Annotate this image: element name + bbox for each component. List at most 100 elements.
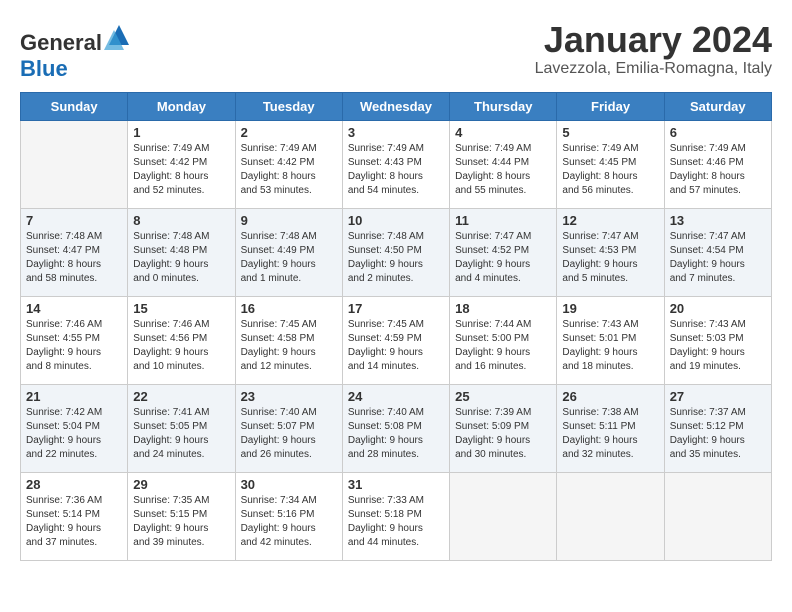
day-info: Sunrise: 7:43 AM Sunset: 5:03 PM Dayligh… [670,318,766,374]
calendar-cell: 6 Sunrise: 7:49 AM Sunset: 4:46 PM Daylig… [664,121,771,209]
day-number: 19 [562,301,658,316]
day-info: Sunrise: 7:47 AM Sunset: 4:54 PM Dayligh… [670,230,766,286]
page-header: General Blue January 2024 Lavezzola, Emi… [20,20,772,82]
day-info: Sunrise: 7:42 AM Sunset: 5:04 PM Dayligh… [26,406,122,462]
day-number: 24 [348,389,444,404]
day-number: 11 [455,213,551,228]
calendar-cell: 14 Sunrise: 7:46 AM Sunset: 4:55 PM Dayli… [21,297,128,385]
day-info: Sunrise: 7:44 AM Sunset: 5:00 PM Dayligh… [455,318,551,374]
day-info: Sunrise: 7:34 AM Sunset: 5:16 PM Dayligh… [241,494,337,550]
day-info: Sunrise: 7:40 AM Sunset: 5:07 PM Dayligh… [241,406,337,462]
day-number: 21 [26,389,122,404]
day-number: 13 [670,213,766,228]
header-saturday: Saturday [664,93,771,121]
logo-blue-text: Blue [20,56,68,81]
calendar-week-row: 21 Sunrise: 7:42 AM Sunset: 5:04 PM Dayli… [21,385,772,473]
day-number: 22 [133,389,229,404]
day-number: 3 [348,125,444,140]
day-number: 14 [26,301,122,316]
day-info: Sunrise: 7:47 AM Sunset: 4:52 PM Dayligh… [455,230,551,286]
header-tuesday: Tuesday [235,93,342,121]
day-number: 12 [562,213,658,228]
calendar-cell: 10 Sunrise: 7:48 AM Sunset: 4:50 PM Dayli… [342,209,449,297]
day-number: 9 [241,213,337,228]
day-number: 25 [455,389,551,404]
header-sunday: Sunday [21,93,128,121]
calendar-cell [664,473,771,561]
calendar-cell: 8 Sunrise: 7:48 AM Sunset: 4:48 PM Daylig… [128,209,235,297]
calendar-cell: 15Sunrise: 7:46 AM Sunset: 4:56 PM Dayli… [128,297,235,385]
calendar-cell: 9 Sunrise: 7:48 AM Sunset: 4:49 PM Daylig… [235,209,342,297]
day-info: Sunrise: 7:35 AM Sunset: 5:15 PM Dayligh… [133,494,229,550]
day-info: Sunrise: 7:45 AM Sunset: 4:59 PM Dayligh… [348,318,444,374]
day-info: Sunrise: 7:37 AM Sunset: 5:12 PM Dayligh… [670,406,766,462]
calendar-cell: 24 Sunrise: 7:40 AM Sunset: 5:08 PM Dayli… [342,385,449,473]
calendar-cell: 21 Sunrise: 7:42 AM Sunset: 5:04 PM Dayli… [21,385,128,473]
calendar-cell [450,473,557,561]
calendar-cell: 11 Sunrise: 7:47 AM Sunset: 4:52 PM Dayli… [450,209,557,297]
day-number: 16 [241,301,337,316]
calendar-cell: 5Sunrise: 7:49 AM Sunset: 4:45 PM Daylig… [557,121,664,209]
calendar-cell: 1Sunrise: 7:49 AM Sunset: 4:42 PM Daylig… [128,121,235,209]
day-number: 4 [455,125,551,140]
calendar-table: SundayMondayTuesdayWednesdayThursdayFrid… [20,92,772,561]
calendar-cell: 28Sunrise: 7:36 AM Sunset: 5:14 PM Dayli… [21,473,128,561]
day-info: Sunrise: 7:38 AM Sunset: 5:11 PM Dayligh… [562,406,658,462]
calendar-cell: 3Sunrise: 7:49 AM Sunset: 4:43 PM Daylig… [342,121,449,209]
day-info: Sunrise: 7:49 AM Sunset: 4:44 PM Dayligh… [455,142,551,198]
day-number: 1 [133,125,229,140]
calendar-week-row: 28Sunrise: 7:36 AM Sunset: 5:14 PM Dayli… [21,473,772,561]
calendar-cell: 17 Sunrise: 7:45 AM Sunset: 4:59 PM Dayli… [342,297,449,385]
day-number: 23 [241,389,337,404]
day-info: Sunrise: 7:41 AM Sunset: 5:05 PM Dayligh… [133,406,229,462]
day-info: Sunrise: 7:46 AM Sunset: 4:55 PM Dayligh… [26,318,122,374]
calendar-header-row: SundayMondayTuesdayWednesdayThursdayFrid… [21,93,772,121]
calendar-cell: 2Sunrise: 7:49 AM Sunset: 4:42 PM Daylig… [235,121,342,209]
calendar-cell: 31Sunrise: 7:33 AM Sunset: 5:18 PM Dayli… [342,473,449,561]
calendar-week-row: 1 Sunrise: 7:49 AM Sunset: 4:42 PM Daylig… [21,121,772,209]
header-monday: Monday [128,93,235,121]
day-info: Sunrise: 7:39 AM Sunset: 5:09 PM Dayligh… [455,406,551,462]
day-info: Sunrise: 7:47 AM Sunset: 4:53 PM Dayligh… [562,230,658,286]
calendar-cell: 20Sunrise: 7:43 AM Sunset: 5:03 PM Dayli… [664,297,771,385]
day-number: 8 [133,213,229,228]
day-info: Sunrise: 7:48 AM Sunset: 4:49 PM Dayligh… [241,230,337,286]
calendar-cell: 4 Sunrise: 7:49 AM Sunset: 4:44 PM Daylig… [450,121,557,209]
day-info: Sunrise: 7:46 AM Sunset: 4:56 PM Dayligh… [133,318,229,374]
day-number: 5 [562,125,658,140]
logo-general-text: General [20,30,102,55]
calendar-week-row: 7 Sunrise: 7:48 AM Sunset: 4:47 PM Daylig… [21,209,772,297]
logo: General Blue [20,20,134,82]
day-number: 6 [670,125,766,140]
day-info: Sunrise: 7:36 AM Sunset: 5:14 PM Dayligh… [26,494,122,550]
day-number: 27 [670,389,766,404]
calendar-cell: 25 Sunrise: 7:39 AM Sunset: 5:09 PM Dayli… [450,385,557,473]
calendar-cell [557,473,664,561]
title-section: January 2024 Lavezzola, Emilia-Romagna, … [535,20,772,78]
day-info: Sunrise: 7:48 AM Sunset: 4:50 PM Dayligh… [348,230,444,286]
day-number: 29 [133,477,229,492]
calendar-title: January 2024 [535,20,772,60]
day-info: Sunrise: 7:40 AM Sunset: 5:08 PM Dayligh… [348,406,444,462]
day-info: Sunrise: 7:45 AM Sunset: 4:58 PM Dayligh… [241,318,337,374]
day-number: 26 [562,389,658,404]
calendar-cell [21,121,128,209]
day-info: Sunrise: 7:49 AM Sunset: 4:46 PM Dayligh… [670,142,766,198]
day-number: 10 [348,213,444,228]
day-info: Sunrise: 7:49 AM Sunset: 4:42 PM Dayligh… [241,142,337,198]
day-number: 18 [455,301,551,316]
day-number: 17 [348,301,444,316]
calendar-cell: 26 Sunrise: 7:38 AM Sunset: 5:11 PM Dayli… [557,385,664,473]
day-info: Sunrise: 7:48 AM Sunset: 4:47 PM Dayligh… [26,230,122,286]
logo-icon [104,20,134,50]
header-wednesday: Wednesday [342,93,449,121]
calendar-cell: 30 Sunrise: 7:34 AM Sunset: 5:16 PM Dayli… [235,473,342,561]
calendar-week-row: 14 Sunrise: 7:46 AM Sunset: 4:55 PM Dayli… [21,297,772,385]
day-info: Sunrise: 7:43 AM Sunset: 5:01 PM Dayligh… [562,318,658,374]
day-number: 7 [26,213,122,228]
day-info: Sunrise: 7:48 AM Sunset: 4:48 PM Dayligh… [133,230,229,286]
day-number: 30 [241,477,337,492]
calendar-cell: 12 Sunrise: 7:47 AM Sunset: 4:53 PM Dayli… [557,209,664,297]
calendar-cell: 22 Sunrise: 7:41 AM Sunset: 5:05 PM Dayli… [128,385,235,473]
calendar-cell: 23 Sunrise: 7:40 AM Sunset: 5:07 PM Dayli… [235,385,342,473]
